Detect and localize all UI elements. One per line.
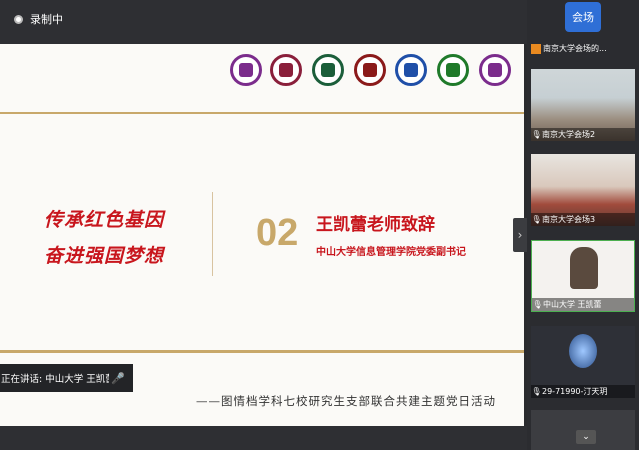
university-logo-5 [395, 54, 427, 86]
record-status-label: 录制中 [30, 13, 63, 26]
avatar[interactable]: 会场 [565, 2, 601, 32]
participant-avatar [569, 334, 597, 368]
chevron-right-icon[interactable]: › [513, 218, 527, 252]
top-bar: 录制中 [0, 0, 527, 44]
speaker-video [570, 247, 598, 289]
participant-name: 南京大学会场2 [542, 130, 596, 139]
university-logo-2 [270, 54, 302, 86]
university-logo-4 [354, 54, 386, 86]
host-participant-name[interactable]: 南京大学会场的... [531, 42, 635, 56]
participant-tile[interactable]: 🎙南京大学会场2 [531, 69, 635, 141]
participant-name: 南京大学会场3 [542, 215, 596, 224]
university-logo-7 [479, 54, 511, 86]
university-logo-1 [230, 54, 262, 86]
slogan-line-2: 奋进强国梦想 [44, 245, 165, 267]
main-video-area: 录制中 传承红色基因 奋进强国梦想 02 王凯蕾老师致辞 中山大学信息管理学院党… [0, 0, 527, 450]
speaker-subtitle: 中山大学信息管理学院党委副书记 [316, 247, 466, 258]
slogan-line-1: 传承红色基因 [44, 209, 165, 231]
speaker-title: 王凯蕾老师致辞 [316, 215, 435, 235]
speaking-indicator: 正在讲话: 中山大学 王凯蕾; 🎤 [0, 364, 133, 392]
divider-top [0, 112, 524, 114]
chevron-down-icon[interactable]: ⌄ [576, 430, 596, 444]
participant-tile[interactable]: 🎙29-71990-汀天玥 [531, 326, 635, 398]
participant-tile[interactable]: 🎙南京大学会场3 [531, 154, 635, 226]
mic-icon: 🎙 [531, 130, 542, 139]
section-number: 02 [256, 212, 299, 254]
mic-icon: 🎙 [531, 387, 542, 396]
bottom-bar [0, 426, 527, 450]
mic-icon: 🎙 [532, 300, 543, 309]
host-badge-icon [531, 43, 541, 54]
mic-icon: 🎙 [531, 215, 542, 224]
participant-name: 中山大学 王凯蕾 [543, 300, 602, 309]
mic-icon: 🎤 [111, 371, 125, 385]
participant-name: 南京大学会场的... [543, 44, 607, 53]
speaking-now-text: 正在讲话: 中山大学 王凯蕾; [1, 374, 109, 385]
university-logo-6 [437, 54, 469, 86]
university-logo-3 [312, 54, 344, 86]
slide-caption: ——图情档学科七校研究生支部联合共建主题党日活动 [196, 394, 496, 408]
divider-bottom [0, 350, 524, 353]
participant-name: 29-71990-汀天玥 [542, 387, 608, 396]
vertical-divider [212, 192, 213, 276]
record-icon [14, 15, 23, 24]
participant-tile-active[interactable]: 🎙中山大学 王凯蕾 [531, 240, 635, 312]
